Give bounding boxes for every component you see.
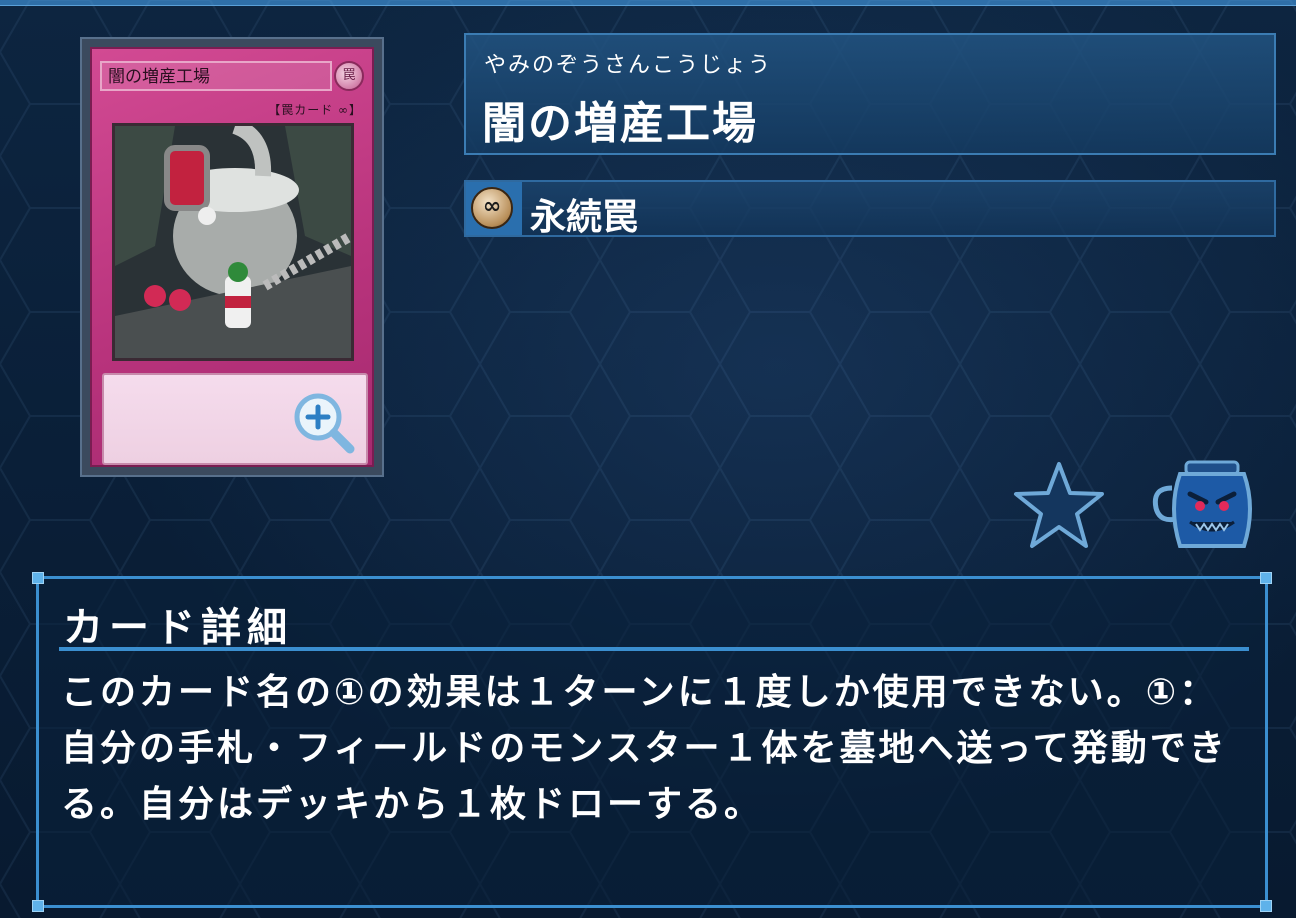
continuous-icon: ∞ (471, 187, 513, 229)
card-image[interactable]: 闇の増産工場 罠 【罠カード ∞】 (80, 37, 384, 477)
card-detail-panel: カード詳細 このカード名の①の効果は１ターンに１度しか使用できない。①：自分の手… (32, 572, 1272, 912)
panel-corner (32, 572, 44, 584)
card-image-type-line: 【罠カード ∞】 (268, 103, 362, 117)
card-type-panel: ∞ 永続罠 (464, 180, 1276, 238)
card-effect-text: このカード名の①の効果は１ターンに１度しか使用できない。①：自分の手札・フィール… (61, 672, 1228, 825)
detail-divider (59, 647, 1249, 651)
card-attribute-icon: 罠 (334, 61, 364, 91)
card-name-reading: やみのぞうさんこうじょう (484, 53, 773, 78)
card-type-label: 永続罠 (530, 197, 639, 238)
detail-heading: カード詳細 (63, 605, 293, 651)
pot-icon[interactable] (1150, 458, 1260, 552)
card-image-name: 闇の増産工場 (100, 61, 332, 91)
type-icon-container: ∞ (466, 182, 522, 235)
zoom-in-icon[interactable] (290, 389, 356, 455)
star-icon[interactable] (1012, 460, 1106, 550)
card-artwork (112, 123, 354, 361)
card-text-box (102, 373, 368, 465)
panel-corner (32, 900, 44, 912)
card-frame: 闇の増産工場 罠 【罠カード ∞】 (90, 47, 374, 467)
panel-corner (1260, 900, 1272, 912)
card-name-panel: やみのぞうさんこうじょう 闇の増産工場 (464, 33, 1276, 155)
card-name: 闇の増産工場 (482, 98, 758, 149)
panel-corner (1260, 572, 1272, 584)
